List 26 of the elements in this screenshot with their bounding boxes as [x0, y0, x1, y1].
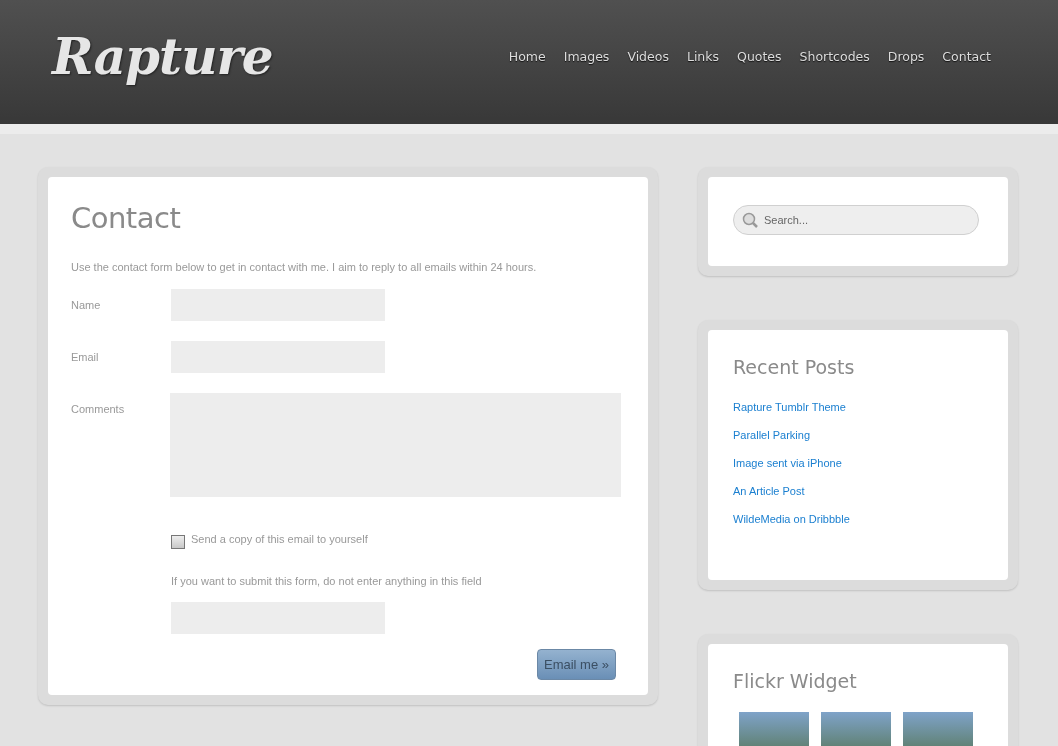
post-link[interactable]: WildeMedia on Dribbble: [733, 512, 983, 526]
nav-link[interactable]: Drops: [878, 48, 934, 64]
checkbox-label: Send a copy of this email to yourself: [191, 533, 368, 545]
honeypot-hint: If you want to submit this form, do not enter anything in this field: [171, 575, 483, 587]
copy-checkbox[interactable]: [171, 535, 185, 549]
nav-link[interactable]: Links: [677, 48, 729, 64]
nav-link[interactable]: Contact: [933, 48, 1000, 64]
nav-link[interactable]: Home: [499, 48, 555, 64]
post-link[interactable]: Image sent via iPhone: [733, 456, 983, 470]
nav-link[interactable]: Shortcodes: [790, 48, 879, 64]
site-logo[interactable]: Rapture: [52, 26, 273, 86]
nav-link[interactable]: Quotes: [728, 48, 791, 64]
field-label: Comments: [71, 402, 126, 417]
widget-title: Recent Posts: [733, 356, 856, 378]
search-icon: [742, 212, 758, 228]
post-link[interactable]: Rapture Tumblr Theme: [733, 400, 983, 414]
page-title: Contact: [71, 201, 182, 235]
nav-link[interactable]: Images: [554, 48, 619, 64]
post-link[interactable]: An Article Post: [733, 484, 983, 498]
nav-link[interactable]: Videos: [618, 48, 678, 64]
widget-title: Flickr Widget: [733, 670, 858, 692]
field-label: Email: [71, 350, 100, 365]
field-label: Name: [71, 298, 102, 313]
post-link[interactable]: Parallel Parking: [733, 428, 983, 442]
intro-text: Use the contact form below to get in contact with me. I aim to reply to all emails within 24 hours.: [71, 261, 538, 273]
search-field[interactable]: Search...: [733, 205, 979, 235]
